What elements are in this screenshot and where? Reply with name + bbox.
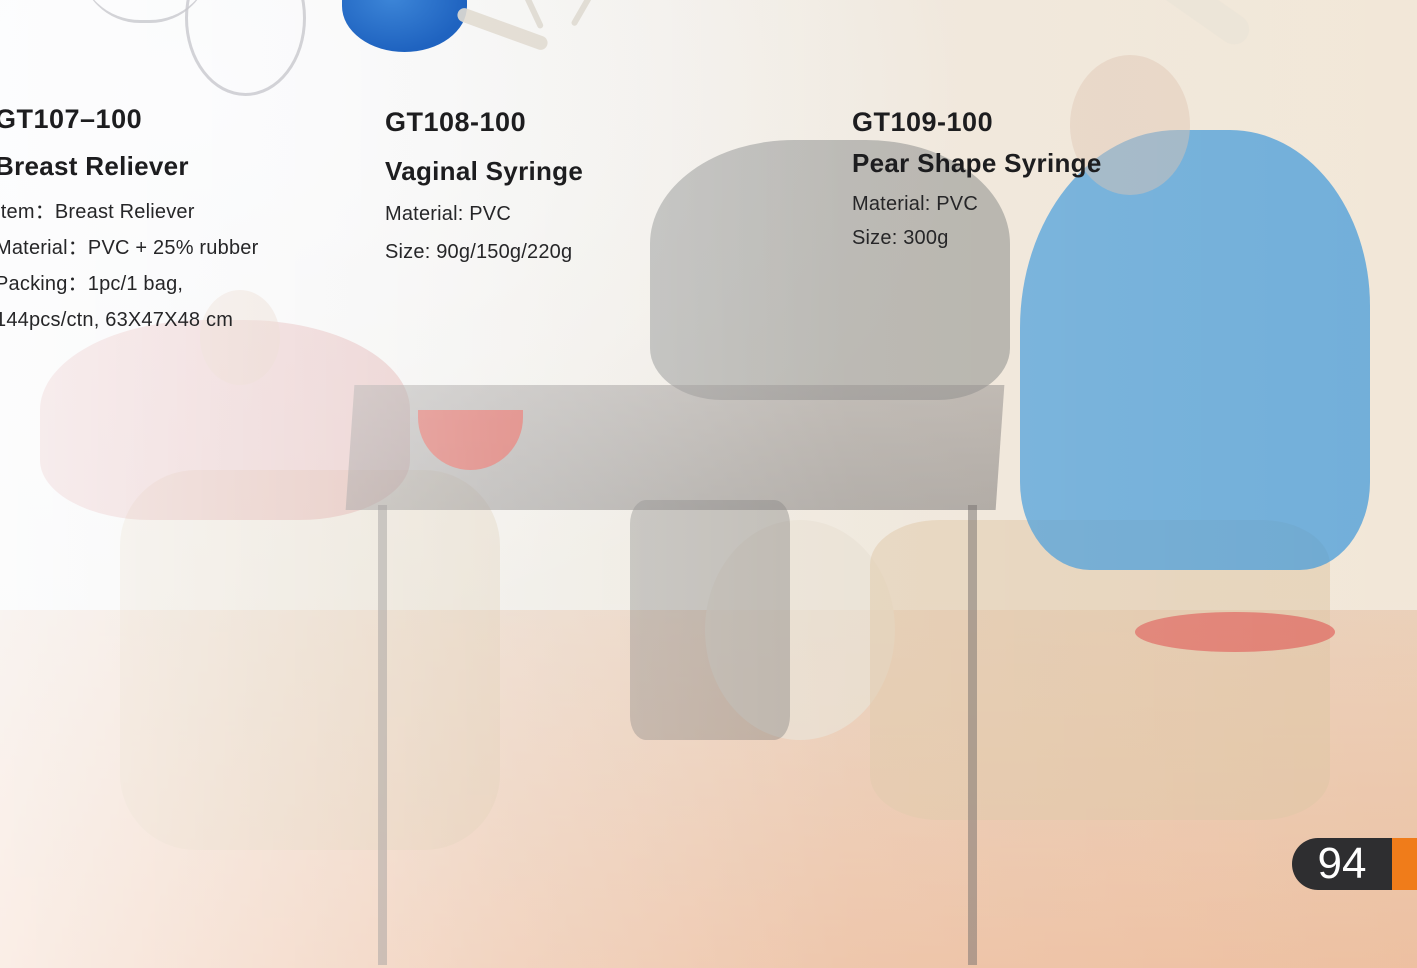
page-tab-accent	[1392, 838, 1417, 890]
product-code: GT108-100	[385, 107, 527, 137]
product-name: Breast Reliever	[0, 151, 189, 181]
product-spec-line: Material: PVC	[852, 193, 978, 215]
product-spec-line: Size: 300g	[852, 227, 949, 249]
product-code: GT109-100	[852, 107, 994, 137]
product-gt109: GT109-100 Pear Shape Syringe Material: P…	[852, 107, 1102, 255]
product-spec-line: Size: 90g/150g/220g	[385, 241, 573, 263]
product-spec-line: Material: PVC	[385, 203, 511, 225]
product-spec-line: Material：PVC + 25% rubber	[0, 237, 259, 259]
product-name: Vaginal Syringe	[385, 156, 584, 186]
product-gt107: GT107–100 Breast Reliever Item：Breast Re…	[0, 104, 258, 338]
product-spec-line: 144pcs/ctn, 63X47X48 cm	[0, 309, 234, 331]
product-spec-line: Item：Breast Reliever	[0, 201, 195, 223]
product-name: Pear Shape Syringe	[852, 148, 1102, 178]
product-code: GT107–100	[0, 104, 143, 134]
page-number-tab: 94	[1292, 838, 1417, 890]
page-number: 94	[1292, 838, 1392, 890]
product-gt108: GT108-100 Vaginal Syringe Material: PVC …	[385, 107, 583, 271]
product-spec-line: Packing：1pc/1 bag,	[0, 273, 184, 295]
